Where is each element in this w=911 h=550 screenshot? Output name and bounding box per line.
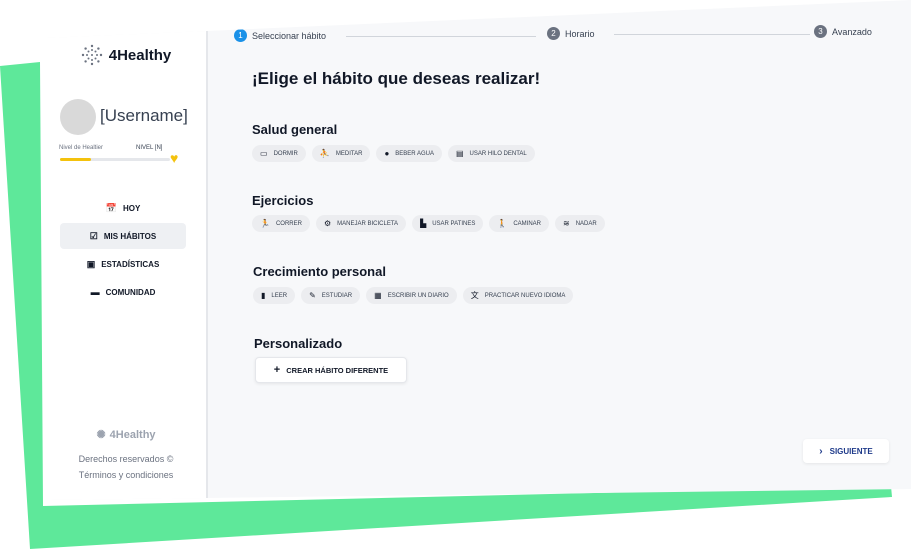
step-1[interactable]: 1 Seleccionar hábito bbox=[234, 29, 331, 42]
nav-item-label: HOY bbox=[122, 203, 141, 213]
logo-text: 4Healthy bbox=[108, 46, 172, 64]
meditation-icon: ⛹ bbox=[319, 149, 330, 158]
habit-chip-dormir[interactable]: ▭ DORMIR bbox=[252, 145, 306, 162]
nav-item-label: MIS HÁBITOS bbox=[103, 231, 157, 241]
footer-text: Derechos reservados © Términos y condici… bbox=[46, 451, 206, 483]
checklist-icon: ☑ bbox=[89, 230, 98, 241]
next-button[interactable]: › SIGUIENTE bbox=[803, 439, 889, 463]
translate-icon: 文 bbox=[470, 291, 479, 300]
habit-chip-meditar[interactable]: ⛹ MEDITAR bbox=[311, 145, 371, 162]
bicycle-icon: ⚙ bbox=[323, 219, 332, 228]
nav-item-label: COMUNIDAD bbox=[105, 287, 156, 297]
step-2[interactable]: 2 Horario bbox=[547, 27, 599, 40]
section-title-salud: Salud general bbox=[252, 122, 338, 137]
level-progress-fill bbox=[60, 158, 91, 161]
page-title: ¡Elige el hábito que deseas realizar! bbox=[252, 69, 541, 88]
chip-label: USAR PATINES bbox=[432, 220, 476, 227]
chip-group-ejercicios: 🏃 CORRER ⚙ MANEJAR BICICLETA ▙ USAR PATINES… bbox=[252, 215, 605, 232]
copyright-text: Derechos reservados © bbox=[78, 454, 174, 464]
stepper: 1 Seleccionar hábito 2 Horario 3 Avanzad… bbox=[234, 25, 876, 46]
chip-label: PRACTICAR NUEVO IDIOMA bbox=[484, 292, 566, 299]
school-icon: ✎ bbox=[309, 291, 316, 300]
habit-chip-hilo-dental[interactable]: ▤ USAR HILO DENTAL bbox=[447, 145, 535, 162]
calendar-check-icon: ▣ bbox=[86, 258, 96, 269]
step-label: Seleccionar hábito bbox=[252, 30, 327, 41]
habit-chip-nadar[interactable]: ≋ NADAR bbox=[554, 215, 605, 232]
heart-icon: ♥ bbox=[170, 150, 179, 166]
step-label: Horario bbox=[565, 28, 595, 39]
chip-label: CAMINAR bbox=[513, 220, 541, 227]
journal-icon: ▦ bbox=[374, 291, 382, 300]
chat-icon: ▬ bbox=[90, 287, 100, 297]
avatar[interactable] bbox=[60, 99, 96, 135]
habit-chip-caminar[interactable]: 🚶 CAMINAR bbox=[489, 215, 549, 232]
habit-chip-bicicleta[interactable]: ⚙ MANEJAR BICICLETA bbox=[315, 215, 407, 232]
level-progress-bar bbox=[60, 158, 170, 161]
chip-label: BEBER AGUA bbox=[395, 150, 434, 157]
sidebar: 4Healthy [Username] Nivel de Healtier NI… bbox=[46, 0, 208, 500]
terms-link[interactable]: Términos y condiciones bbox=[46, 467, 206, 483]
chip-label: MEDITAR bbox=[335, 150, 363, 157]
chip-group-salud: ▭ DORMIR ⛹ MEDITAR ● BEBER AGUA ▤ USAR HILO … bbox=[252, 145, 535, 162]
chip-label: DORMIR bbox=[273, 150, 298, 157]
create-habit-button[interactable]: + CREAR HÁBITO DIFERENTE bbox=[255, 357, 407, 383]
footer-logo-text: 4Healthy bbox=[109, 428, 156, 441]
section-title-personalizado: Personalizado bbox=[254, 336, 343, 351]
nav-item-comunidad[interactable]: ▬ COMUNIDAD bbox=[60, 279, 186, 305]
step-connector bbox=[346, 36, 536, 37]
next-label: SIGUIENTE bbox=[829, 446, 873, 456]
step-connector bbox=[614, 34, 810, 35]
app-window: 4Healthy [Username] Nivel de Healtier NI… bbox=[46, 0, 911, 500]
app-logo[interactable]: 4Healthy bbox=[46, 44, 206, 66]
chip-group-crecimiento: ▮ LEER ✎ ESTUDIAR ▦ ESCRIBIR UN DIARIO 文 PRA… bbox=[253, 287, 574, 304]
walking-icon: 🚶 bbox=[497, 219, 508, 228]
chip-label: LEER bbox=[271, 292, 288, 299]
section-title-ejercicios: Ejercicios bbox=[252, 193, 314, 208]
nav-item-label: ESTADÍSTICAS bbox=[101, 259, 160, 269]
bed-icon: ▭ bbox=[260, 149, 268, 158]
section-title-crecimiento: Crecimiento personal bbox=[253, 264, 386, 279]
chip-label: NADAR bbox=[575, 220, 597, 227]
chip-label: USAR HILO DENTAL bbox=[469, 150, 527, 157]
chip-label: ESCRIBIR UN DIARIO bbox=[387, 292, 449, 299]
nav-item-hoy[interactable]: 📅 HOY bbox=[60, 195, 186, 221]
running-icon: 🏃 bbox=[260, 219, 270, 228]
step-label: Avanzado bbox=[832, 26, 872, 37]
water-drop-icon: ● bbox=[384, 149, 390, 158]
habit-chip-leer[interactable]: ▮ LEER bbox=[253, 287, 296, 304]
chip-label: CORRER bbox=[275, 220, 302, 227]
level-badge: NIVEL [N] bbox=[136, 145, 163, 151]
username: [Username] bbox=[100, 106, 188, 125]
level-label: Nivel de Healtier bbox=[59, 145, 104, 151]
floss-icon: ▤ bbox=[455, 149, 464, 158]
footer-logo: ✺ 4Healthy bbox=[46, 428, 206, 442]
nav-item-estadisticas[interactable]: ▣ ESTADÍSTICAS bbox=[60, 251, 186, 277]
plus-icon: + bbox=[273, 364, 281, 376]
step-3[interactable]: 3 Avanzado bbox=[814, 25, 876, 38]
habit-chip-patines[interactable]: ▙ USAR PATINES bbox=[412, 215, 484, 232]
habit-chip-idioma[interactable]: 文 PRACTICAR NUEVO IDIOMA bbox=[462, 287, 574, 304]
book-icon: ▮ bbox=[261, 291, 266, 300]
step-number: 1 bbox=[234, 29, 247, 42]
swimming-icon: ≋ bbox=[562, 219, 570, 228]
chip-label: ESTUDIAR bbox=[321, 292, 353, 299]
nav-item-mis-habitos[interactable]: ☑ MIS HÁBITOS bbox=[60, 223, 186, 249]
sidebar-nav: 📅 HOY ☑ MIS HÁBITOS ▣ ESTADÍSTICAS ▬ COM… bbox=[60, 195, 186, 307]
habit-chip-diario[interactable]: ▦ ESCRIBIR UN DIARIO bbox=[366, 287, 457, 304]
chip-label: MANEJAR BICICLETA bbox=[337, 220, 399, 227]
dotted-circle-icon: ✺ bbox=[96, 429, 106, 441]
habit-chip-beber-agua[interactable]: ● BEBER AGUA bbox=[376, 145, 442, 162]
roller-skate-icon: ▙ bbox=[420, 219, 427, 228]
step-number: 2 bbox=[547, 27, 560, 40]
calendar-icon: 📅 bbox=[105, 202, 117, 213]
step-number: 3 bbox=[814, 25, 827, 38]
dotted-circle-icon bbox=[81, 44, 102, 66]
habit-chip-correr[interactable]: 🏃 CORRER bbox=[252, 215, 310, 232]
habit-chip-estudiar[interactable]: ✎ ESTUDIAR bbox=[301, 287, 361, 304]
create-habit-label: CREAR HÁBITO DIFERENTE bbox=[286, 365, 389, 375]
chevron-right-icon: › bbox=[819, 445, 823, 457]
